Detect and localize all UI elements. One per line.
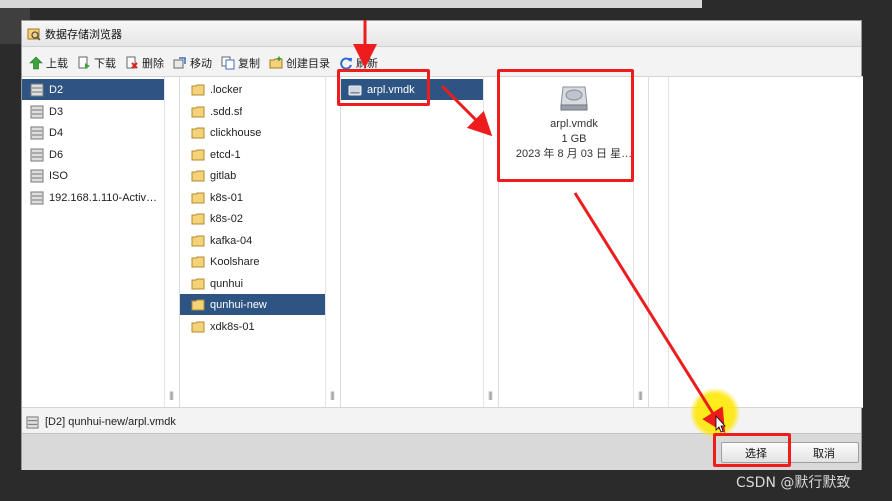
folder-label: clickhouse: [210, 126, 262, 139]
datastore-icon: [30, 169, 44, 182]
folder-icon: [191, 235, 205, 246]
datastore-label: D4: [49, 126, 64, 139]
datastore-item[interactable]: D3: [22, 101, 165, 122]
toolbar: 上载 下载 删除 移动 复制 创建目录 刷新: [22, 52, 861, 74]
folder-label: Koolshare: [210, 255, 260, 268]
folder-icon: [191, 256, 205, 267]
column-resize-handle[interactable]: |||: [325, 77, 340, 407]
folder-label: gitlab: [210, 169, 237, 182]
move-icon: [173, 57, 186, 69]
upload-label: 上载: [46, 58, 68, 70]
folder-label: .sdd.sf: [210, 105, 243, 118]
create-directory-button[interactable]: 创建目录: [269, 55, 330, 71]
file-pane: arpl.vmdk |||: [341, 77, 499, 407]
folder-item[interactable]: qunhui: [180, 273, 325, 294]
folder-icon: [191, 213, 205, 224]
folder-label: .locker: [210, 83, 243, 96]
datastore-icon: [30, 148, 44, 161]
datastore-item[interactable]: D2: [22, 79, 165, 100]
folder-item[interactable]: qunhui-new: [180, 294, 325, 315]
column-resize-handle[interactable]: |||: [633, 77, 648, 407]
refresh-icon: [340, 57, 352, 70]
folder-item[interactable]: clickhouse: [180, 122, 325, 143]
datastore-browser-icon: [27, 28, 41, 41]
download-button[interactable]: 下载: [77, 55, 116, 71]
folder-item[interactable]: k8s-01: [180, 187, 325, 208]
datastore-label: 192.168.1.110-Activ…: [49, 191, 158, 204]
annotation-box-details: [497, 69, 634, 182]
browser-panes: D2 D3 D4 D6 ISO 192.168.1.110-Activ… |||…: [22, 76, 863, 408]
folder-item[interactable]: k8s-02: [180, 208, 325, 229]
datastore-item[interactable]: ISO: [22, 165, 165, 186]
annotation-box-file: [337, 69, 430, 106]
datastore-icon: [26, 415, 39, 429]
folder-label: k8s-02: [210, 212, 244, 225]
folder-item[interactable]: etcd-1: [180, 144, 325, 165]
folder-icon: [191, 106, 205, 117]
folder-icon: [191, 321, 205, 332]
delete-icon: [126, 56, 138, 69]
folder-label: qunhui: [210, 277, 244, 290]
datastore-icon: [30, 105, 44, 118]
datastore-pane: D2 D3 D4 D6 ISO 192.168.1.110-Activ… |||: [22, 77, 180, 407]
column-resize-handle[interactable]: |||: [483, 77, 498, 407]
folder-icon: [191, 278, 205, 289]
folder-label: qunhui-new: [210, 298, 267, 311]
move-label: 移动: [190, 58, 212, 70]
datastore-icon: [30, 126, 44, 139]
folder-icon: [191, 170, 205, 181]
new-folder-icon: [269, 56, 283, 69]
cancel-button[interactable]: 取消: [789, 442, 859, 463]
datastore-icon: [30, 83, 44, 96]
folder-item[interactable]: Koolshare: [180, 251, 325, 272]
annotation-box-select: [713, 433, 791, 467]
copy-button[interactable]: 复制: [221, 55, 260, 71]
move-button[interactable]: 移动: [173, 55, 212, 71]
delete-label: 删除: [142, 58, 164, 70]
background-window-strip: [0, 0, 702, 8]
folder-label: xdk8s-01: [210, 320, 255, 333]
copy-icon: [221, 56, 235, 70]
datastore-item[interactable]: D4: [22, 122, 165, 143]
datastore-label: D3: [49, 105, 64, 118]
folder-item[interactable]: xdk8s-01: [180, 316, 325, 337]
folder-label: k8s-01: [210, 191, 244, 204]
download-label: 下载: [94, 58, 116, 70]
datastore-label: D2: [49, 83, 64, 96]
copy-label: 复制: [238, 58, 260, 70]
empty-pane: [655, 77, 863, 407]
folder-item[interactable]: .sdd.sf: [180, 101, 325, 122]
folder-item[interactable]: kafka-04: [180, 230, 325, 251]
column-divider: [655, 77, 669, 407]
folder-label: etcd-1: [210, 148, 241, 161]
selected-path: [D2] qunhui-new/arpl.vmdk: [45, 416, 176, 428]
datastore-item[interactable]: D6: [22, 144, 165, 165]
datastore-label: ISO: [49, 169, 68, 182]
watermark: CSDN @默行默致: [736, 475, 851, 491]
datastore-label: D6: [49, 148, 64, 161]
upload-button[interactable]: 上载: [29, 55, 68, 71]
folder-icon: [191, 84, 205, 95]
cursor-highlight: [690, 388, 740, 438]
title-bar[interactable]: 数据存储浏览器: [22, 21, 861, 47]
folder-icon: [191, 299, 205, 310]
folder-item[interactable]: .locker: [180, 79, 325, 100]
column-resize-handle[interactable]: |||: [164, 77, 179, 407]
dialog-title: 数据存储浏览器: [45, 28, 122, 41]
folder-icon: [191, 149, 205, 160]
upload-icon: [29, 56, 43, 70]
folder-icon: [191, 127, 205, 138]
folder-icon: [191, 192, 205, 203]
create-directory-label: 创建目录: [286, 58, 330, 70]
datastore-icon: [30, 191, 44, 204]
folder-label: kafka-04: [210, 234, 253, 247]
folder-item[interactable]: gitlab: [180, 165, 325, 186]
delete-button[interactable]: 删除: [125, 55, 164, 71]
folder-pane: .locker .sdd.sf clickhouse etcd-1 gitlab k8s-…: [180, 77, 341, 407]
datastore-item[interactable]: 192.168.1.110-Activ…: [22, 187, 165, 208]
download-icon: [78, 56, 90, 69]
